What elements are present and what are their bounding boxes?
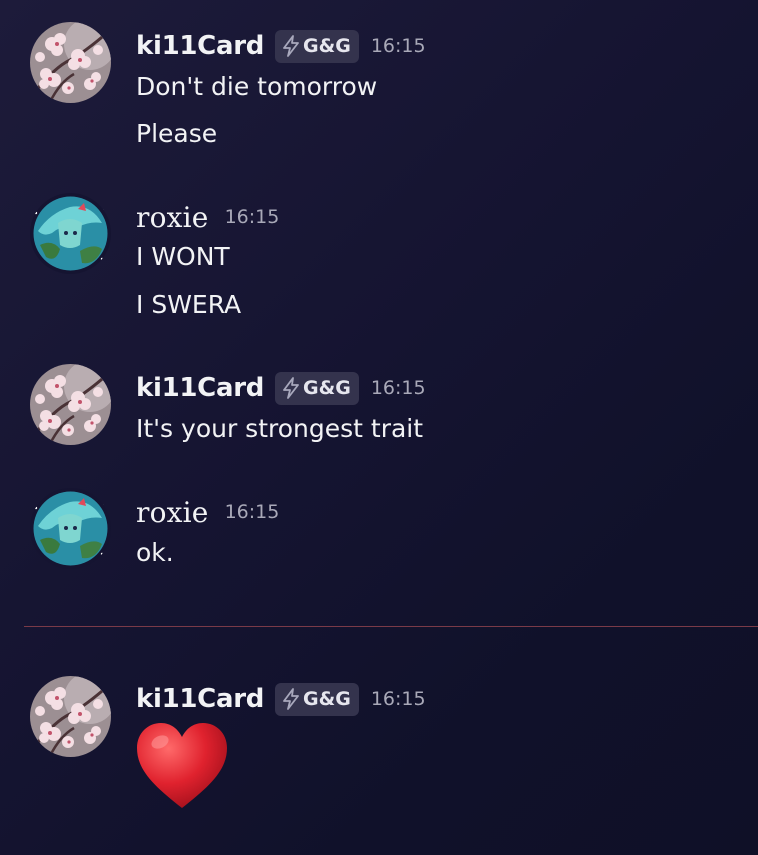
guild-tag-label: G&G [303,35,351,57]
username[interactable]: ki11Card [136,684,264,714]
guild-tag-label: G&G [303,377,351,399]
new-messages-divider [24,626,758,627]
chat-log: ki11Card G&G 16:15 Don't die tomorrow Pl… [0,0,758,855]
timestamp: 16:15 [370,377,426,399]
message-text: I SWERA [136,290,242,319]
timestamp: 16:15 [370,35,426,57]
username[interactable]: roxie [136,496,209,529]
message-header: roxie 16:15 [136,494,279,530]
message-text: Don't die tomorrow [136,72,378,101]
message-text: It's your strongest trait [136,414,424,443]
lightning-bolt-icon [281,35,301,57]
username[interactable]: roxie [136,201,209,234]
message-header: ki11Card G&G 16:15 [136,370,426,406]
timestamp: 16:15 [224,206,280,228]
guild-tag[interactable]: G&G [275,29,359,63]
message-text: ok. [136,538,174,567]
timestamp: 16:15 [370,688,426,710]
cherry-blossom-avatar-icon[interactable] [30,364,111,445]
guild-tag-label: G&G [303,688,351,710]
message-text: Please [136,119,218,148]
anime-globe-avatar-icon[interactable] [30,193,111,274]
message-text: I WONT [136,242,230,271]
anime-globe-avatar-icon[interactable] [30,488,111,569]
username[interactable]: ki11Card [136,373,264,403]
timestamp: 16:15 [224,501,280,523]
lightning-bolt-icon [281,377,301,399]
cherry-blossom-avatar-icon[interactable] [30,676,111,757]
guild-tag[interactable]: G&G [275,682,359,716]
message-header: ki11Card G&G 16:15 [136,681,426,717]
cherry-blossom-avatar-icon[interactable] [30,22,111,103]
guild-tag[interactable]: G&G [275,371,359,405]
message-header: ki11Card G&G 16:15 [136,28,426,64]
red-heart-emoji-icon[interactable] [134,720,230,812]
username[interactable]: ki11Card [136,31,264,61]
lightning-bolt-icon [281,688,301,710]
message-header: roxie 16:15 [136,199,279,235]
